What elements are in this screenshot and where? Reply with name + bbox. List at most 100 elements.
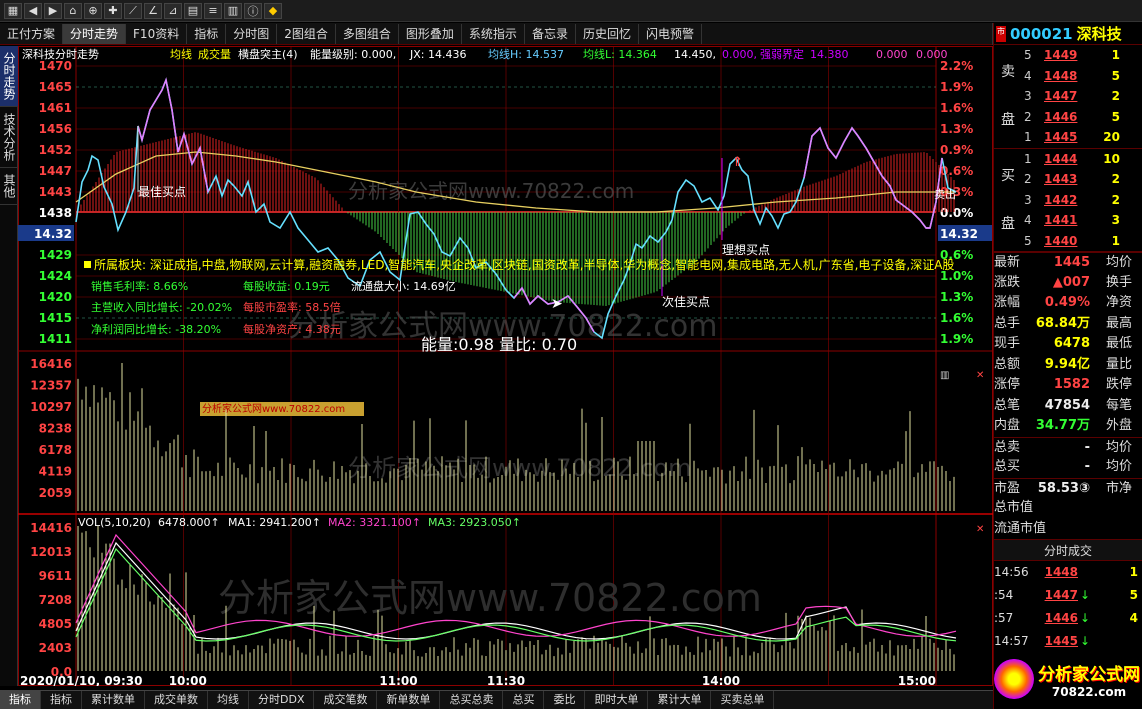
watermark-badge-text: 分析家公式网www.70822.com bbox=[202, 402, 345, 415]
header-v4: 14.450, bbox=[674, 48, 716, 61]
warning-icon[interactable]: ◆ bbox=[264, 2, 282, 19]
pct-tick-right: 14.32 bbox=[940, 227, 978, 241]
menu-item-9[interactable]: 备忘录 bbox=[525, 23, 576, 44]
quote-row: 总额 9.94亿 量比 bbox=[994, 355, 1142, 376]
menu-item-5[interactable]: 2图组合 bbox=[277, 23, 336, 44]
cross-icon[interactable]: ✚ bbox=[104, 2, 122, 19]
info-np-growth: 净利润同比增长: -38.20% bbox=[91, 322, 221, 336]
menu-item-10[interactable]: 历史回忆 bbox=[576, 23, 639, 44]
menu-item-3[interactable]: 指标 bbox=[187, 23, 227, 44]
vol-tick: 6178 bbox=[39, 443, 72, 457]
quote-key: 总市值 bbox=[994, 500, 1034, 515]
measure-icon[interactable]: ∠ bbox=[144, 2, 162, 19]
quote-value: 9.94亿 bbox=[1044, 356, 1090, 372]
quote-key2: 量比 bbox=[1105, 356, 1132, 372]
pct-tick-right: 1.3% bbox=[940, 122, 973, 136]
price-tick-left: 1438 bbox=[39, 206, 72, 220]
quote-key2 bbox=[1090, 498, 1134, 519]
quote-key: 流通市值 bbox=[994, 520, 1047, 536]
home-icon[interactable]: ⌂ bbox=[64, 2, 82, 19]
bottom-tab-13[interactable]: 买卖总单 bbox=[711, 691, 775, 709]
price-tick-left: 1424 bbox=[39, 269, 72, 283]
quote-key2: 均价 bbox=[1105, 439, 1132, 455]
side-tab-0[interactable]: 分时走势 bbox=[0, 46, 18, 107]
trade-direction-icon bbox=[1078, 561, 1092, 584]
price-tick-left: 1443 bbox=[39, 185, 72, 199]
menu-item-6[interactable]: 多图组合 bbox=[336, 23, 399, 44]
stock-flag-icon: 市 bbox=[996, 25, 1006, 42]
calendar-icon[interactable]: ▤ bbox=[184, 2, 202, 19]
trade-row: :54 1447 ↓ 5 bbox=[994, 584, 1142, 607]
quote-key2 bbox=[1090, 519, 1134, 540]
quote-key: 涨停 bbox=[994, 377, 1021, 392]
bottom-tab-4[interactable]: 均线 bbox=[208, 691, 249, 709]
quote-table: 最新 1445 均价 涨跌 ▲007 换手 涨幅 0.49% 净资 总手 68.84万 最高 现手 647… bbox=[994, 252, 1142, 539]
menu-item-11[interactable]: 闪电预警 bbox=[639, 23, 702, 44]
menu-item-1[interactable]: 分时走势 bbox=[63, 23, 127, 44]
bottom-tab-8[interactable]: 总买总卖 bbox=[440, 691, 504, 709]
volume: 3 bbox=[1111, 213, 1120, 227]
bottom-tab-3[interactable]: 成交单数 bbox=[145, 691, 208, 709]
bottom-tab-12[interactable]: 累计大单 bbox=[648, 691, 712, 709]
bottom-tab-2[interactable]: 累计数单 bbox=[82, 691, 145, 709]
arrow-left-icon[interactable]: ◀ bbox=[24, 2, 42, 19]
menu-item-8[interactable]: 系统指示 bbox=[462, 23, 525, 44]
vol-ma3: MA3: 2923.050↑ bbox=[428, 516, 521, 529]
tab-trades[interactable]: 分时成交 bbox=[994, 539, 1142, 561]
info-icon[interactable]: ⓘ bbox=[244, 2, 262, 19]
buy-row[interactable]: 5 1440 1 bbox=[994, 231, 1142, 252]
quote-key: 涨跌 bbox=[994, 274, 1021, 290]
bottom-tab-0[interactable]: 指标 bbox=[0, 691, 41, 709]
bottom-tab-11[interactable]: 即时大单 bbox=[585, 691, 649, 709]
level: 5 bbox=[1024, 233, 1032, 248]
info-gross: 销售毛利率: 8.66% bbox=[91, 279, 188, 293]
sell-row[interactable]: 1 1445 20 bbox=[994, 127, 1142, 148]
sell-row[interactable]: 5 1449 1 bbox=[994, 45, 1142, 66]
trade-price: 1448 bbox=[1044, 565, 1078, 579]
vol2-tick: 4805 bbox=[39, 617, 72, 631]
price: 1443 bbox=[1044, 172, 1078, 186]
buy-row[interactable]: 2 1443 2 bbox=[994, 169, 1142, 190]
menu-item-2[interactable]: F10资料 bbox=[126, 23, 188, 44]
stock-header: 市 000021 深科技 bbox=[994, 23, 1142, 45]
pct-tick-right: 2.2% bbox=[940, 59, 973, 73]
header-jx2: 均线H: 14.537 bbox=[488, 47, 564, 61]
arrow-right-icon[interactable]: ▶ bbox=[44, 2, 62, 19]
menu-item-7[interactable]: 图形叠加 bbox=[399, 23, 462, 44]
tape-icon[interactable]: ⊿ bbox=[164, 2, 182, 19]
menu-item-0[interactable]: 正付方案 bbox=[0, 23, 64, 44]
time-tick: 10:00 bbox=[169, 674, 207, 686]
chart-icon[interactable]: ▥ bbox=[224, 2, 242, 19]
sell-row[interactable]: 4 1448 5 bbox=[994, 66, 1142, 87]
side-tab-1[interactable]: 技术分析 bbox=[0, 107, 18, 168]
quote-row: 涨幅 0.49% 净资 bbox=[994, 293, 1142, 314]
info-float: 流通盘大小: 14.69亿 bbox=[351, 279, 456, 293]
quote-key: 总卖 bbox=[994, 439, 1021, 455]
bottom-tab-5[interactable]: 分时DDX bbox=[249, 691, 315, 709]
sell-row[interactable]: 3 1447 2 bbox=[994, 86, 1142, 107]
quote-row: 市盈 58.53③ 市净 bbox=[994, 477, 1142, 499]
bottom-tab-1[interactable]: 指标 bbox=[41, 691, 82, 709]
list-icon[interactable]: ≡ bbox=[204, 2, 222, 19]
side-tab-2[interactable]: 其他 bbox=[0, 168, 18, 205]
trade-row: :57 1446 ↓ 4 bbox=[994, 607, 1142, 630]
bottom-tab-10[interactable]: 委比 bbox=[544, 691, 586, 709]
intraday-chart[interactable]: 1470 1465 1461 1456 1452 1447 1443 1438 14.32 142… bbox=[18, 46, 993, 688]
buy-row[interactable]: 1 1444 10 bbox=[994, 149, 1142, 170]
quote-key2: 均价 bbox=[1105, 459, 1132, 474]
ruler-icon[interactable]: ⟋ bbox=[124, 2, 142, 19]
vol2-tick: 14416 bbox=[30, 521, 72, 535]
buy-row[interactable]: 4 1441 3 bbox=[994, 210, 1142, 231]
bottom-tab-6[interactable]: 成交笔数 bbox=[314, 691, 378, 709]
time-tick: 11:00 bbox=[379, 674, 417, 686]
grid-icon[interactable]: ▦ bbox=[4, 2, 22, 19]
price: 1444 bbox=[1044, 151, 1078, 166]
bottom-tab-7[interactable]: 新单数单 bbox=[377, 691, 441, 709]
buy-row[interactable]: 3 1442 2 bbox=[994, 190, 1142, 211]
zoom-icon[interactable]: ⊕ bbox=[84, 2, 102, 19]
menu-item-4[interactable]: 分时图 bbox=[226, 23, 278, 44]
sell-row[interactable]: 2 1446 5 bbox=[994, 107, 1142, 128]
bottom-tab-9[interactable]: 总买 bbox=[503, 691, 545, 709]
trading-window: ▦ ◀ ▶ ⌂ ⊕ ✚ ⟋ ∠ ⊿ ▤ ≡ ▥ ⓘ ◆ 正付方案 分时走势 F10资料 指标 分时图 2图组合 多图组… bbox=[0, 0, 1142, 709]
quote-key: 最新 bbox=[994, 255, 1021, 270]
